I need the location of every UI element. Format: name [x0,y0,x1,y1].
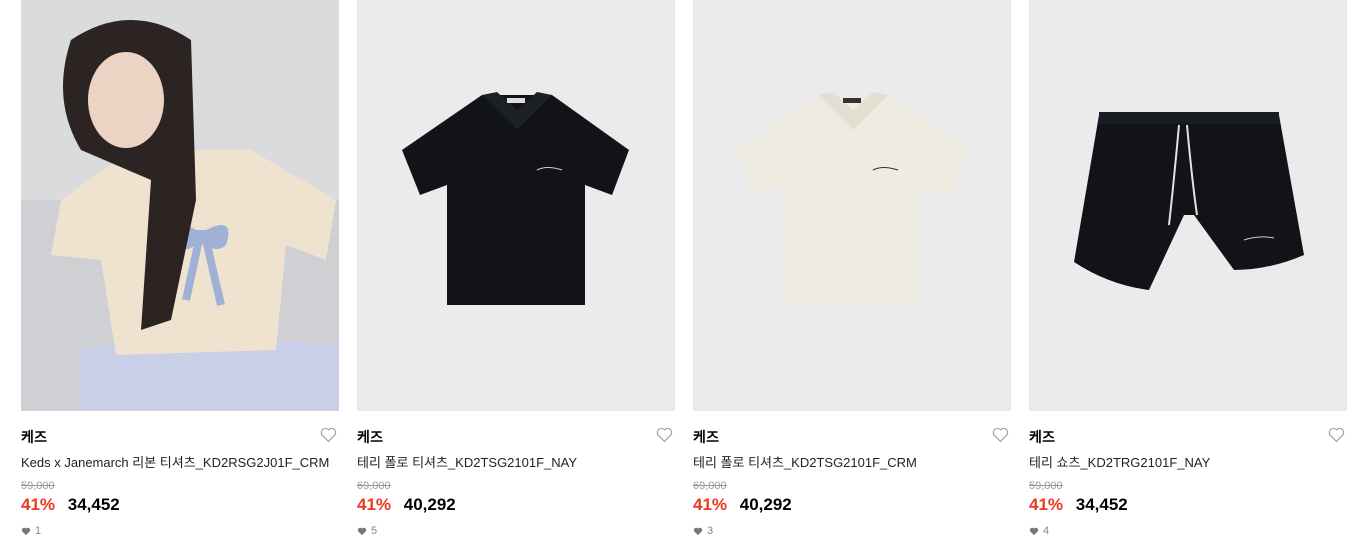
brand-label[interactable]: 케즈 [1029,429,1055,445]
original-price: 69,000 [693,480,727,492]
like-count: 1 [21,525,339,537]
sale-price: 34,452 [67,495,120,514]
price-row: 41% 34,452 [21,495,339,515]
sale-price: 40,292 [739,495,792,514]
product-image[interactable] [693,0,1011,411]
product-image[interactable] [21,0,339,411]
discount-rate: 41% [1029,495,1064,514]
sale-price: 34,452 [1075,495,1128,514]
model-photo [21,0,339,411]
product-card[interactable]: 케즈 Keds x Janemarch 리본 티셔츠_KD2RSG2J01F_C… [21,0,339,537]
discount-rate: 41% [693,495,728,514]
brand-label[interactable]: 케즈 [21,429,47,445]
heart-filled-icon [21,527,31,535]
product-image[interactable] [1029,0,1347,411]
wishlist-heart-icon[interactable] [320,427,337,443]
product-card[interactable]: 케즈 테리 쇼츠_KD2TRG2101F_NAY 59,000 41% 34,4… [1029,0,1347,537]
product-name[interactable]: 테리 폴로 티셔츠_KD2TSG2101F_CRM [693,452,1011,471]
product-grid: 케즈 Keds x Janemarch 리본 티셔츠_KD2RSG2J01F_C… [21,0,1347,537]
product-card[interactable]: 케즈 테리 폴로 티셔츠_KD2TSG2101F_CRM 69,000 41% … [693,0,1011,537]
price-row: 41% 40,292 [357,495,675,515]
wishlist-heart-icon[interactable] [656,427,673,443]
heart-filled-icon [357,527,367,535]
product-name[interactable]: Keds x Janemarch 리본 티셔츠_KD2RSG2J01F_CRM [21,452,339,471]
like-count: 4 [1029,525,1347,537]
like-count: 5 [357,525,675,537]
product-name[interactable]: 테리 폴로 티셔츠_KD2TSG2101F_NAY [357,452,675,471]
heart-filled-icon [1029,527,1039,535]
like-count: 3 [693,525,1011,537]
price-row: 41% 40,292 [693,495,1011,515]
wishlist-heart-icon[interactable] [1328,427,1345,443]
discount-rate: 41% [21,495,56,514]
heart-filled-icon [693,527,703,535]
sale-price: 40,292 [403,495,456,514]
brand-label[interactable]: 케즈 [693,429,719,445]
product-card[interactable]: 케즈 테리 폴로 티셔츠_KD2TSG2101F_NAY 69,000 41% … [357,0,675,537]
price-row: 41% 34,452 [1029,495,1347,515]
original-price: 59,000 [1029,480,1063,492]
discount-rate: 41% [357,495,392,514]
like-count-value: 1 [35,525,42,537]
navy-polo-shirt-image [402,92,629,305]
product-name[interactable]: 테리 쇼츠_KD2TRG2101F_NAY [1029,452,1347,471]
like-count-value: 4 [1043,525,1050,537]
like-count-value: 3 [707,525,714,537]
brand-label[interactable]: 케즈 [357,429,383,445]
wishlist-heart-icon[interactable] [992,427,1009,443]
navy-shorts-image [1074,112,1304,290]
original-price: 69,000 [357,480,391,492]
product-image[interactable] [357,0,675,411]
cream-polo-shirt-image [736,92,968,305]
original-price: 59,000 [21,480,55,492]
like-count-value: 5 [371,525,378,537]
